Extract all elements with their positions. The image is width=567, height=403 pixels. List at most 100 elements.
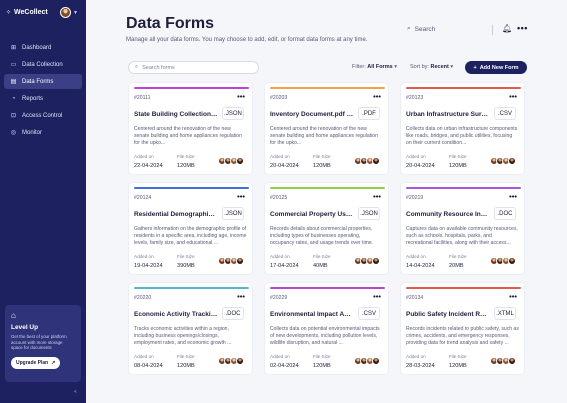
sidebar-item-reports[interactable]: ◔ Reports xyxy=(4,91,82,106)
avatar xyxy=(60,7,71,18)
file-type-badge: .JSON xyxy=(358,207,380,220)
form-card[interactable]: #20125 ••• Commercial Property Usage .JSON R… xyxy=(264,182,389,275)
form-card[interactable]: #20203 ••• Inventory Document.pdf 2024 .PDF… xyxy=(264,82,389,175)
bell-icon[interactable]: 🔔︎ xyxy=(502,24,512,33)
sort-dropdown[interactable]: Sort by: Recent ▾ xyxy=(410,64,453,70)
form-card[interactable]: #20219 ••• Community Resource Inventory .DO… xyxy=(400,182,525,275)
file-size-label: File Size xyxy=(313,254,331,259)
sidebar-item-label: Monitor xyxy=(22,129,43,136)
card-accent-bar xyxy=(406,187,521,189)
form-name: Commercial Property Usage xyxy=(270,211,354,218)
brand[interactable]: ⁘ WeCollect xyxy=(6,9,48,16)
collaborator-avatars[interactable] xyxy=(490,357,516,365)
file-size-label: File Size xyxy=(449,154,467,159)
form-card[interactable]: #20134 ••• Public Safety Incident Report .… xyxy=(400,282,525,375)
file-size-value: 120MB xyxy=(449,163,467,169)
file-size-value: 120MB xyxy=(313,363,331,369)
avatar xyxy=(508,157,516,165)
avatar xyxy=(236,357,244,365)
added-on-value: 22-04-2024 xyxy=(134,163,163,169)
collaborator-avatars[interactable] xyxy=(490,157,516,165)
collaborator-avatars[interactable] xyxy=(354,257,380,265)
add-new-form-label: Add New Form xyxy=(479,64,519,71)
card-more-button[interactable]: ••• xyxy=(373,192,381,201)
added-on-value: 28-03-2024 xyxy=(406,363,435,369)
collaborator-avatars[interactable] xyxy=(218,257,244,265)
form-name: Public Safety Incident Report ... xyxy=(406,311,490,318)
divider xyxy=(492,25,493,35)
file-type-badge: .CSV xyxy=(358,307,380,320)
monitor-icon: ◎ xyxy=(10,130,17,136)
global-search[interactable]: ⌕ Search xyxy=(407,25,435,33)
sidebar-item-dashboard[interactable]: ⊞ Dashboard xyxy=(4,40,82,55)
form-id: #20124 xyxy=(134,195,152,201)
user-menu[interactable]: ▼ xyxy=(60,7,78,18)
added-on-label: Added on xyxy=(134,154,154,159)
sidebar-item-label: Data Collection xyxy=(22,61,63,68)
sidebar-item-data-forms[interactable]: ▤ Data Forms xyxy=(4,74,82,89)
form-card[interactable]: #20123 ••• Urban Infrastructure Survey Fo.… xyxy=(400,82,525,175)
page-subtitle: Manage all your data forms. You may choo… xyxy=(126,37,368,43)
form-id: #20229 xyxy=(270,295,288,301)
upgrade-title: Level Up xyxy=(11,324,39,331)
more-options-button[interactable]: ••• xyxy=(517,23,528,33)
collaborator-avatars[interactable] xyxy=(354,357,380,365)
card-more-button[interactable]: ••• xyxy=(509,292,517,301)
chevron-down-icon: ▼ xyxy=(73,9,78,16)
sidebar-item-label: Access Control xyxy=(22,112,63,119)
filter-dropdown[interactable]: Filter: All Forms ▾ xyxy=(352,64,397,70)
search-icon: ⌕ xyxy=(407,25,411,32)
file-type-badge: .XTML xyxy=(494,307,516,320)
collaborator-avatars[interactable] xyxy=(354,157,380,165)
form-card[interactable]: #20229 ••• Environmental Impact Assessm...… xyxy=(264,282,389,375)
collaborator-avatars[interactable] xyxy=(218,157,244,165)
search-forms-field[interactable]: ⌕ xyxy=(128,61,259,74)
card-more-button[interactable]: ••• xyxy=(237,92,245,101)
upgrade-plan-button[interactable]: Upgrade Plan ↗ xyxy=(11,356,61,369)
added-on-label: Added on xyxy=(406,254,426,259)
sidebar-item-data-collection[interactable]: ▭ Data Collection xyxy=(4,57,82,72)
sidebar-nav: ⊞ Dashboard ▭ Data Collection ▤ Data For… xyxy=(4,40,82,142)
card-accent-bar xyxy=(406,287,521,289)
added-on-value: 19-04-2024 xyxy=(134,263,163,269)
collapse-sidebar-button[interactable]: « xyxy=(74,389,77,395)
form-description: Centered around the renovation of the ne… xyxy=(270,126,378,146)
card-more-button[interactable]: ••• xyxy=(373,92,381,101)
file-size-label: File Size xyxy=(449,254,467,259)
card-more-button[interactable]: ••• xyxy=(509,92,517,101)
sidebar-item-access-control[interactable]: ⊡ Access Control xyxy=(4,108,82,123)
sidebar-item-label: Dashboard xyxy=(22,44,52,51)
form-description: Records incidents related to public safe… xyxy=(406,326,519,346)
upgrade-description: Get the best of your platform account wi… xyxy=(11,334,67,351)
sort-label: Sort by: xyxy=(410,64,429,70)
form-id: #20125 xyxy=(270,195,288,201)
form-description: Centered around the renovation of the ne… xyxy=(134,126,242,146)
file-size-label: File Size xyxy=(177,354,195,359)
form-card[interactable]: #20220 ••• Economic Activity Tracking Fo..… xyxy=(128,282,253,375)
collaborator-avatars[interactable] xyxy=(218,357,244,365)
form-description: Gathers information on the demographic p… xyxy=(134,226,247,246)
card-more-button[interactable]: ••• xyxy=(237,292,245,301)
upgrade-plan-label: Upgrade Plan xyxy=(16,359,49,366)
home-icon: ⌂ xyxy=(11,311,16,320)
sidebar-item-monitor[interactable]: ◎ Monitor xyxy=(4,125,82,140)
form-card[interactable]: #20124 ••• Residential Demographics Fo....… xyxy=(128,182,253,275)
upgrade-card: ⌂ Level Up Get the best of your platform… xyxy=(5,305,81,382)
card-more-button[interactable]: ••• xyxy=(237,192,245,201)
form-name: State Building Collection Form xyxy=(134,111,218,118)
form-card[interactable]: #20111 ••• State Building Collection Form.… xyxy=(128,82,253,175)
card-more-button[interactable]: ••• xyxy=(373,292,381,301)
added-on-value: 20-04-2024 xyxy=(270,163,299,169)
search-input[interactable] xyxy=(142,64,243,71)
added-on-value: 08-04-2024 xyxy=(134,363,163,369)
form-name: Inventory Document.pdf 2024 xyxy=(270,111,354,118)
collaborator-avatars[interactable] xyxy=(490,257,516,265)
lock-icon: ⊡ xyxy=(10,113,17,119)
added-on-label: Added on xyxy=(134,254,154,259)
avatar xyxy=(508,357,516,365)
form-description: Records details about commercial propert… xyxy=(270,226,374,246)
avatar xyxy=(236,157,244,165)
add-new-form-button[interactable]: + Add New Form xyxy=(465,61,527,74)
card-more-button[interactable]: ••• xyxy=(509,192,517,201)
file-size-value: 390MB xyxy=(177,263,195,269)
